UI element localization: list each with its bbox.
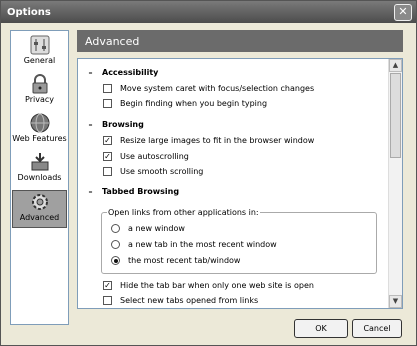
radio-new-tab[interactable]: a new tab in the most recent window — [111, 240, 277, 249]
sidebar-item-privacy[interactable]: Privacy — [12, 73, 67, 111]
general-settings-icon — [30, 35, 49, 55]
option-hide-tab-bar[interactable]: ✓ Hide the tab bar when only one web sit… — [103, 281, 314, 290]
sidebar-item-label: Advanced — [19, 213, 60, 222]
option-autoscrolling[interactable]: ✓ Use autoscrolling — [103, 152, 189, 161]
option-label: Use smooth scrolling — [120, 167, 204, 176]
sidebar-item-downloads[interactable]: Downloads — [12, 151, 67, 189]
radio-label: the most recent tab/window — [128, 256, 241, 265]
sidebar-item-label: Privacy — [25, 95, 54, 104]
sidebar-item-label: Downloads — [17, 173, 62, 182]
window-title: Options — [7, 6, 51, 18]
close-icon[interactable]: ✕ — [394, 4, 412, 21]
ok-button[interactable]: OK — [294, 319, 348, 338]
checkbox-checked[interactable]: ✓ — [103, 152, 112, 161]
checkbox[interactable] — [103, 167, 112, 176]
radio-new-window[interactable]: a new window — [111, 224, 185, 233]
section-tabbed-browsing[interactable]: – Tabbed Browsing — [86, 187, 180, 196]
option-label: Begin finding when you begin typing — [120, 99, 268, 108]
option-label: Resize large images to fit in the browse… — [120, 136, 315, 145]
checkbox[interactable] — [103, 99, 112, 108]
gear-icon — [31, 194, 48, 210]
title-bar: Options ✕ — [1, 1, 416, 23]
section-title: Browsing — [102, 120, 144, 129]
section-title: Tabbed Browsing — [102, 187, 180, 196]
option-label: Select new tabs opened from links — [120, 296, 259, 305]
cancel-button[interactable]: Cancel — [352, 319, 402, 338]
radio-label: a new tab in the most recent window — [128, 240, 277, 249]
checkbox[interactable] — [103, 296, 112, 305]
radio-dot — [113, 258, 118, 263]
groupbox-label: Open links from other applications in: — [107, 208, 260, 217]
radio-label: a new window — [128, 224, 185, 233]
page-title: Advanced — [77, 30, 403, 52]
sidebar-item-label: Web Features — [12, 134, 67, 143]
scroll-thumb[interactable] — [390, 73, 401, 158]
radio-button[interactable] — [111, 224, 120, 233]
radio-recent-tab[interactable]: the most recent tab/window — [111, 256, 240, 265]
checkbox[interactable] — [103, 84, 112, 93]
option-label: Use autoscrolling — [120, 152, 189, 161]
option-smooth-scrolling[interactable]: Use smooth scrolling — [103, 167, 203, 176]
option-find-as-you-type[interactable]: Begin finding when you begin typing — [103, 99, 267, 108]
padlock-icon — [32, 74, 47, 94]
collapse-icon[interactable]: – — [86, 68, 95, 77]
section-browsing[interactable]: – Browsing — [86, 120, 144, 129]
sidebar: General Privacy Web Features Downloads A… — [10, 30, 69, 325]
download-tray-icon — [31, 153, 48, 171]
radio-button[interactable] — [111, 240, 120, 249]
vertical-scrollbar[interactable]: ▲ ▼ — [388, 59, 402, 308]
options-panel: – Accessibility Move system caret with f… — [77, 58, 403, 309]
sidebar-item-web-features[interactable]: Web Features — [12, 112, 67, 150]
sidebar-item-label: General — [23, 56, 56, 65]
option-label: Move system caret with focus/selection c… — [120, 84, 315, 93]
option-resize-images[interactable]: ✓ Resize large images to fit in the brow… — [103, 136, 314, 145]
option-select-new-tabs[interactable]: Select new tabs opened from links — [103, 296, 258, 305]
options-window: Options ✕ General Privacy Web Features D… — [0, 0, 417, 346]
sidebar-item-general[interactable]: General — [12, 34, 67, 72]
collapse-icon[interactable]: – — [86, 120, 95, 129]
option-move-caret[interactable]: Move system caret with focus/selection c… — [103, 84, 314, 93]
scroll-up-icon[interactable]: ▲ — [389, 59, 402, 72]
radio-button-selected[interactable] — [111, 256, 120, 265]
checkbox-checked[interactable]: ✓ — [103, 136, 112, 145]
section-title: Accessibility — [102, 68, 159, 77]
sidebar-item-advanced[interactable]: Advanced — [12, 190, 67, 228]
scroll-down-icon[interactable]: ▼ — [389, 295, 402, 308]
option-label: Hide the tab bar when only one web site … — [120, 281, 314, 290]
section-accessibility[interactable]: – Accessibility — [86, 68, 159, 77]
globe-icon — [30, 113, 49, 133]
collapse-icon[interactable]: – — [86, 187, 95, 196]
checkbox-checked[interactable]: ✓ — [103, 281, 112, 290]
